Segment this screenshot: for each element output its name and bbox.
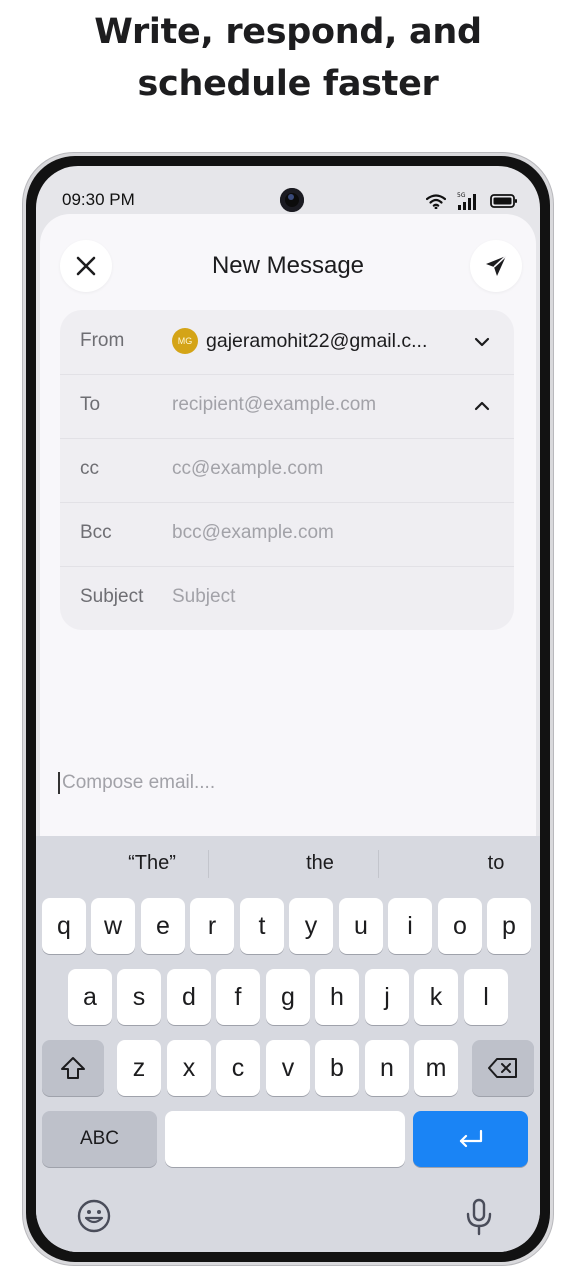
text-caret <box>58 772 60 794</box>
cc-row[interactable]: cc cc@example.com <box>60 438 514 502</box>
compose-body[interactable]: Compose email.... <box>58 772 215 794</box>
key[interactable]: r <box>190 898 234 954</box>
from-label: From <box>80 330 125 351</box>
key[interactable]: a <box>68 969 112 1025</box>
wifi-icon <box>426 194 446 209</box>
key[interactable]: n <box>365 1040 409 1096</box>
key[interactable]: d <box>167 969 211 1025</box>
cc-label: cc <box>80 458 99 479</box>
page-title: New Message <box>211 252 365 279</box>
to-row[interactable]: To recipient@example.com <box>60 374 514 438</box>
key[interactable]: y <box>289 898 333 954</box>
suggestion-divider <box>378 850 379 878</box>
abc-key[interactable]: ABC <box>42 1111 157 1167</box>
key[interactable]: h <box>315 969 359 1025</box>
cc-field[interactable]: cc@example.com <box>172 458 323 480</box>
phone-screen: 09:30 PM 5G New Message From MG gajeramo… <box>36 166 540 1252</box>
phone-bezel: 09:30 PM 5G New Message From MG gajeramo… <box>26 156 550 1262</box>
bcc-row[interactable]: Bcc bcc@example.com <box>60 502 514 566</box>
backspace-icon <box>488 1058 517 1078</box>
network-label: 5G <box>457 192 466 199</box>
key[interactable]: l <box>464 969 508 1025</box>
enter-icon <box>459 1129 482 1148</box>
key[interactable]: z <box>117 1040 161 1096</box>
key[interactable]: b <box>315 1040 359 1096</box>
key[interactable]: i <box>388 898 432 954</box>
from-value[interactable]: MG gajeramohit22@gmail.c... <box>172 328 427 354</box>
send-button[interactable] <box>470 240 522 292</box>
status-time: 09:30 PM <box>62 190 135 209</box>
key[interactable]: v <box>266 1040 310 1096</box>
signal-icon: 5G <box>457 192 476 210</box>
key[interactable]: t <box>240 898 284 954</box>
suggestion-item[interactable]: “The” <box>68 852 236 875</box>
key[interactable]: k <box>414 969 458 1025</box>
keyboard-bottom-bar <box>36 1182 540 1252</box>
key[interactable]: g <box>266 969 310 1025</box>
promo-headline: Write, respond, and schedule faster <box>0 6 576 110</box>
key[interactable]: s <box>117 969 161 1025</box>
status-icons: 5G <box>426 191 518 211</box>
microphone-icon[interactable] <box>464 1198 494 1236</box>
promo-line-2: schedule faster <box>137 64 439 104</box>
shift-key[interactable] <box>42 1040 104 1096</box>
key[interactable]: u <box>339 898 383 954</box>
suggestion-divider <box>208 850 209 878</box>
front-camera <box>280 188 304 212</box>
chevron-down-icon[interactable] <box>472 332 492 352</box>
suggestion-bar: “The” the to <box>36 836 540 892</box>
emoji-icon[interactable] <box>76 1198 112 1234</box>
suggestion-item[interactable]: to <box>412 852 540 875</box>
promo-line-1: Write, respond, and <box>94 12 482 52</box>
from-email: gajeramohit22@gmail.c... <box>206 329 428 352</box>
avatar: MG <box>172 328 198 354</box>
subject-label: Subject <box>80 586 144 607</box>
keyboard: “The” the to q w e r t y u i o p a s d f… <box>36 836 540 1252</box>
compose-sheet: New Message From MG gajeramohit22@gmail.… <box>40 214 536 854</box>
key[interactable]: e <box>141 898 185 954</box>
chevron-up-icon[interactable] <box>472 396 492 416</box>
key[interactable]: p <box>487 898 531 954</box>
backspace-key[interactable] <box>472 1040 534 1096</box>
compose-placeholder: Compose email.... <box>62 772 216 793</box>
enter-key[interactable] <box>413 1111 528 1167</box>
subject-field[interactable]: Subject <box>172 586 235 608</box>
key[interactable]: f <box>216 969 260 1025</box>
key[interactable]: q <box>42 898 86 954</box>
key[interactable]: j <box>365 969 409 1025</box>
battery-icon <box>490 194 517 208</box>
subject-row[interactable]: Subject Subject <box>60 566 514 630</box>
key[interactable]: m <box>414 1040 458 1096</box>
address-fields: From MG gajeramohit22@gmail.c... To reci… <box>60 310 514 630</box>
phone-frame: 09:30 PM 5G New Message From MG gajeramo… <box>22 152 554 1266</box>
to-field[interactable]: recipient@example.com <box>172 394 376 416</box>
bcc-label: Bcc <box>80 522 112 543</box>
status-bar: 09:30 PM 5G <box>36 166 540 218</box>
from-row[interactable]: From MG gajeramohit22@gmail.c... <box>60 310 514 374</box>
space-key[interactable] <box>165 1111 405 1167</box>
to-label: To <box>80 394 101 415</box>
key[interactable]: w <box>91 898 135 954</box>
shift-icon <box>61 1057 85 1079</box>
bcc-field[interactable]: bcc@example.com <box>172 522 334 544</box>
send-icon <box>486 255 507 276</box>
key[interactable]: c <box>216 1040 260 1096</box>
key[interactable]: x <box>167 1040 211 1096</box>
key[interactable]: o <box>438 898 482 954</box>
